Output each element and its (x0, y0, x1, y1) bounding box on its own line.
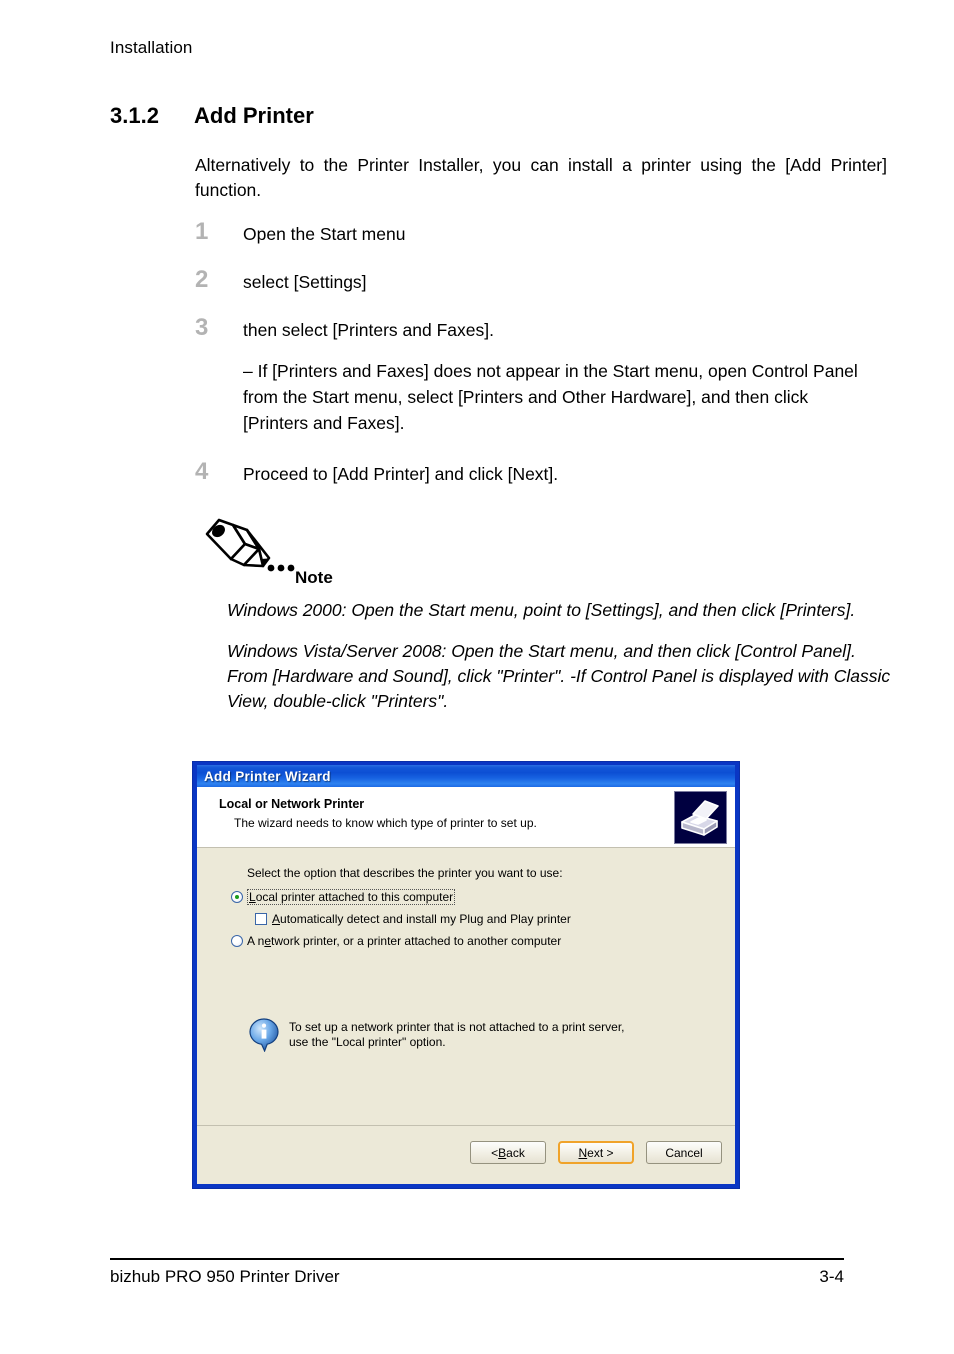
radio-indicator-selected[interactable] (231, 891, 243, 903)
info-line-1: To set up a network printer that is not … (289, 1020, 625, 1034)
note-paragraph-2: Windows Vista/Server 2008: Open the Star… (227, 641, 891, 711)
radio-network-rest: twork printer, or a printer attached to … (271, 934, 562, 948)
section-title: Add Printer (194, 103, 314, 128)
note-header: Note (195, 512, 895, 587)
dialog-title: Add Printer Wizard (204, 768, 331, 784)
step-number: 4 (195, 458, 209, 485)
radio-local-printer-rest: ocal printer attached to this computer (255, 890, 454, 904)
note-block: Note Windows 2000: Open the Start menu, … (195, 512, 895, 714)
cancel-button[interactable]: Cancel (646, 1141, 722, 1164)
info-icon (249, 1018, 279, 1057)
dialog-titlebar[interactable]: Add Printer Wizard (197, 765, 735, 787)
page-title: 3.1.2 Add Printer (110, 103, 314, 129)
printer-icon (674, 791, 727, 844)
add-printer-wizard-dialog: Add Printer Wizard Local or Network Prin… (192, 761, 740, 1189)
step-number: 2 (195, 266, 209, 293)
back-button-rest: ack (506, 1145, 525, 1160)
footer-product-name: bizhub PRO 950 Printer Driver (110, 1267, 340, 1286)
list-item: 4 Proceed to [Add Printer] and click [Ne… (195, 458, 895, 488)
option-prompt: Select the option that describes the pri… (247, 866, 563, 880)
dialog-button-row: < Back Next > Cancel (470, 1141, 722, 1164)
note-paragraph-1: Windows 2000: Open the Start menu, point… (227, 600, 856, 620)
accel-key: N (578, 1145, 588, 1160)
footer-page-number: 3-4 (819, 1267, 844, 1286)
banner-subtitle: The wizard needs to know which type of p… (234, 816, 537, 830)
back-button-pre: < (491, 1145, 499, 1160)
list-item: 1 Open the Start menu (195, 218, 895, 248)
info-line-2: use the "Local printer" option. (289, 1035, 446, 1049)
running-header: Installation (110, 38, 193, 57)
radio-network-pre: A n (247, 934, 265, 948)
accel-key: B (498, 1145, 507, 1160)
step-text: select [Settings] (243, 272, 367, 292)
banner-title: Local or Network Printer (219, 797, 365, 811)
step-text: Open the Start menu (243, 224, 406, 244)
checkbox-autodetect[interactable]: Automatically detect and install my Plug… (255, 912, 571, 926)
section-number: 3.1.2 (110, 103, 159, 128)
steps-list: 1 Open the Start menu 2 select [Settings… (195, 218, 895, 510)
dialog-footer: < Back Next > Cancel (197, 1125, 735, 1184)
note-label: Note (295, 568, 333, 587)
dialog-inner: Local or Network Printer The wizard need… (197, 787, 735, 1184)
info-note: To set up a network printer that is not … (249, 1017, 625, 1057)
intro-paragraph: Alternatively to the Printer Installer, … (195, 155, 887, 200)
step-text: then select [Printers and Faxes]. (243, 320, 494, 340)
pencil-icon (197, 512, 297, 587)
list-item: 2 select [Settings] (195, 266, 895, 296)
radio-network-printer[interactable]: A network printer, or a printer attached… (231, 934, 561, 948)
radio-local-printer-label: Local printer attached to this computer (247, 889, 456, 905)
accel-key: A (272, 912, 281, 926)
radio-network-printer-label: A network printer, or a printer attached… (247, 934, 561, 948)
checkbox-indicator[interactable] (255, 913, 267, 925)
step-subtext: – If [Printers and Faxes] does not appea… (243, 361, 858, 433)
checkbox-autodetect-rest: utomatically detect and install my Plug … (280, 912, 571, 926)
radio-indicator[interactable] (231, 935, 243, 947)
step-number: 1 (195, 218, 209, 245)
next-button[interactable]: Next > (558, 1141, 634, 1164)
radio-local-printer[interactable]: Local printer attached to this computer (231, 889, 456, 905)
dialog-body: Select the option that describes the pri… (197, 849, 735, 1126)
step-text: Proceed to [Add Printer] and click [Next… (243, 464, 559, 484)
step-number: 3 (195, 314, 209, 341)
info-text: To set up a network printer that is not … (289, 1017, 625, 1050)
accel-key: L (249, 890, 256, 904)
back-button[interactable]: < Back (470, 1141, 546, 1164)
footer-divider (110, 1258, 844, 1260)
dialog-banner: Local or Network Printer The wizard need… (197, 787, 735, 848)
list-item: 3 then select [Printers and Faxes]. – If… (195, 314, 895, 436)
checkbox-autodetect-label: Automatically detect and install my Plug… (272, 912, 571, 926)
next-button-rest: ext > (587, 1145, 614, 1160)
